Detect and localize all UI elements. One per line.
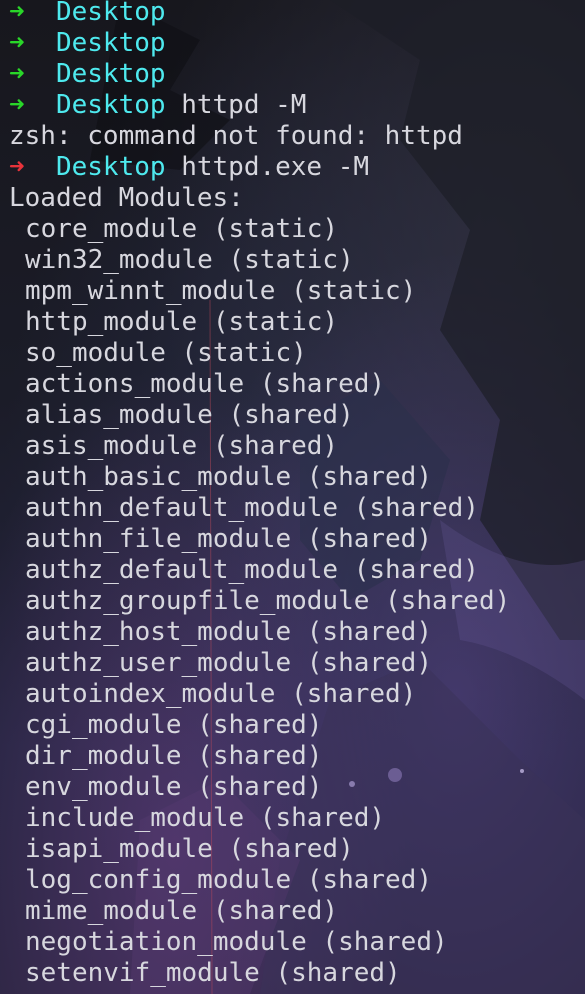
- module-entry: dir_module (shared): [25, 741, 323, 771]
- prompt-line: ➜ Desktop httpd.exe -M: [9, 152, 585, 183]
- prompt-directory: Desktop: [55, 90, 166, 120]
- terminal-window[interactable]: ➜ Desktop ➜ Desktop ➜ Desktop ➜ Desktop …: [0, 0, 585, 994]
- module-entry: authz_user_module (shared): [25, 648, 432, 678]
- module-entry: negotiation_module (shared): [25, 927, 448, 957]
- module-entry: asis_module (shared): [25, 431, 339, 461]
- prompt-arrow-icon: ➜: [9, 28, 25, 58]
- module-entry: isapi_module (shared): [25, 834, 354, 864]
- module-entry: authz_host_module (shared): [25, 617, 432, 647]
- module-entry: alias_module (shared): [25, 400, 354, 430]
- command-text: httpd -M: [181, 90, 307, 120]
- prompt-directory: Desktop: [55, 0, 166, 27]
- prompt-arrow-icon: ➜: [9, 152, 25, 182]
- command-text: httpd.exe -M: [181, 152, 370, 182]
- module-entry: authz_groupfile_module (shared): [25, 586, 511, 616]
- module-entry: win32_module (static): [25, 245, 354, 275]
- module-entry: mpm_winnt_module (static): [25, 276, 417, 306]
- module-entry: http_module (static): [25, 307, 339, 337]
- module-entry: actions_module (shared): [25, 369, 386, 399]
- module-entry: cgi_module (shared): [25, 710, 323, 740]
- module-entry: autoindex_module (shared): [25, 679, 417, 709]
- module-list: core_module (static) win32_module (static…: [9, 214, 585, 989]
- module-entry: so_module (static): [25, 338, 307, 368]
- prompt-line: ➜ Desktop httpd -M: [9, 90, 585, 121]
- module-entry: log_config_module (shared): [25, 865, 432, 895]
- prompt-line: ➜ Desktop: [9, 59, 585, 90]
- prompt-arrow-icon: ➜: [9, 59, 25, 89]
- module-entry: core_module (static): [25, 214, 339, 244]
- prompt-directory: Desktop: [55, 59, 166, 89]
- prompt-directory: Desktop: [55, 28, 166, 58]
- module-entry: authn_file_module (shared): [25, 524, 432, 554]
- prompt-arrow-icon: ➜: [9, 90, 25, 120]
- output-header: Loaded Modules:: [9, 183, 244, 213]
- module-entry: mime_module (shared): [25, 896, 339, 926]
- prompt-arrow-icon: ➜: [9, 0, 25, 27]
- prompt-line: ➜ Desktop: [9, 0, 585, 28]
- module-entry: setenvif_module (shared): [25, 958, 401, 988]
- prompt-line: ➜ Desktop: [9, 28, 585, 59]
- terminal-output: ➜ Desktop ➜ Desktop ➜ Desktop ➜ Desktop …: [9, 0, 585, 989]
- module-entry: authn_default_module (shared): [25, 493, 479, 523]
- module-entry: authz_default_module (shared): [25, 555, 479, 585]
- module-entry: include_module (shared): [25, 803, 386, 833]
- module-entry: auth_basic_module (shared): [25, 462, 432, 492]
- prompt-directory: Desktop: [55, 152, 166, 182]
- error-message: zsh: command not found: httpd: [9, 121, 463, 151]
- module-entry: env_module (shared): [25, 772, 323, 802]
